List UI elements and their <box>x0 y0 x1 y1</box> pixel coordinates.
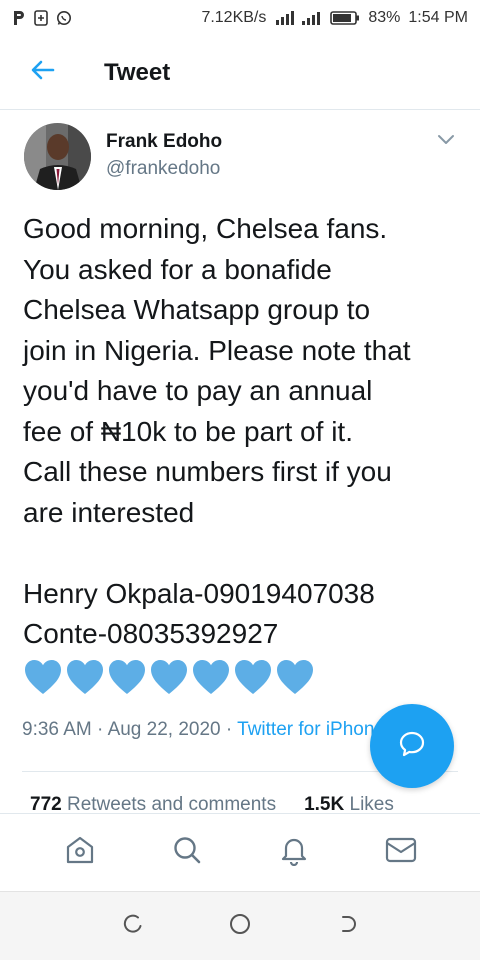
system-nav-bar <box>0 891 480 960</box>
nav-home-button[interactable] <box>220 906 260 946</box>
tweet-date: Aug 22, 2020 <box>107 719 221 740</box>
back-icon <box>336 913 358 940</box>
status-left-icons <box>12 10 72 26</box>
status-bar: 7.12KB/s 83% 1:54 PM <box>0 0 480 36</box>
chevron-down-icon <box>437 132 455 150</box>
tweet-time: 9:36 AM <box>22 719 92 740</box>
tweet-text: Good morning, Chelsea fans. You asked fo… <box>23 213 411 649</box>
home-circle-icon <box>228 912 252 941</box>
avatar[interactable] <box>24 123 91 190</box>
tab-notifications[interactable] <box>264 823 324 883</box>
nav-back-button[interactable] <box>327 906 367 946</box>
blue-heart-icon <box>274 657 316 697</box>
retweets-count: 772 <box>30 794 62 815</box>
tweet-source-link[interactable]: Twitter for iPhone <box>237 719 385 740</box>
tweet: Frank Edoho @frankedoho Good morning, Ch… <box>0 111 480 815</box>
tab-home[interactable] <box>50 823 110 883</box>
blue-heart-icon <box>190 657 232 697</box>
shield-icon <box>34 10 48 26</box>
retweets-label: Retweets and comments <box>66 794 277 815</box>
likes-label: Likes <box>349 794 394 815</box>
bell-icon <box>278 834 310 871</box>
meta-separator: · <box>91 719 108 740</box>
tab-search[interactable] <box>157 823 217 883</box>
app-header: Tweet <box>0 36 480 110</box>
battery-icon <box>330 10 360 26</box>
tweet-author-row: Frank Edoho @frankedoho <box>0 111 480 201</box>
bottom-tab-bar <box>0 813 480 891</box>
mail-icon <box>384 835 418 870</box>
network-speed: 7.12KB/s <box>201 9 267 26</box>
author-name[interactable]: Frank Edoho <box>106 131 222 153</box>
reply-bubble-icon <box>397 729 427 764</box>
blue-heart-icon <box>22 657 64 697</box>
nav-recents-button[interactable] <box>113 906 153 946</box>
blue-heart-icon <box>106 657 148 697</box>
signal-icon <box>274 10 322 26</box>
blue-heart-icon <box>148 657 190 697</box>
status-right: 7.12KB/s 83% 1:54 PM <box>201 9 468 27</box>
recents-icon <box>122 913 144 940</box>
search-icon <box>171 834 203 871</box>
likes-count: 1.5K <box>304 794 345 815</box>
blue-heart-icon <box>64 657 106 697</box>
home-icon <box>64 834 96 871</box>
back-button[interactable] <box>0 36 86 110</box>
author-handle[interactable]: @frankedoho <box>106 158 220 180</box>
battery-percent: 83% <box>368 9 401 26</box>
tweet-menu-button[interactable] <box>434 131 458 151</box>
blue-heart-icon <box>232 657 274 697</box>
arrow-left-icon <box>31 60 55 85</box>
reply-fab-button[interactable] <box>370 704 454 788</box>
clock: 1:54 PM <box>408 9 468 26</box>
page-title: Tweet <box>104 58 171 86</box>
emoji-row <box>22 657 316 697</box>
meta-separator: · <box>220 719 238 740</box>
tab-messages[interactable] <box>371 823 431 883</box>
parking-icon <box>12 10 26 26</box>
whatsapp-icon <box>56 10 72 26</box>
